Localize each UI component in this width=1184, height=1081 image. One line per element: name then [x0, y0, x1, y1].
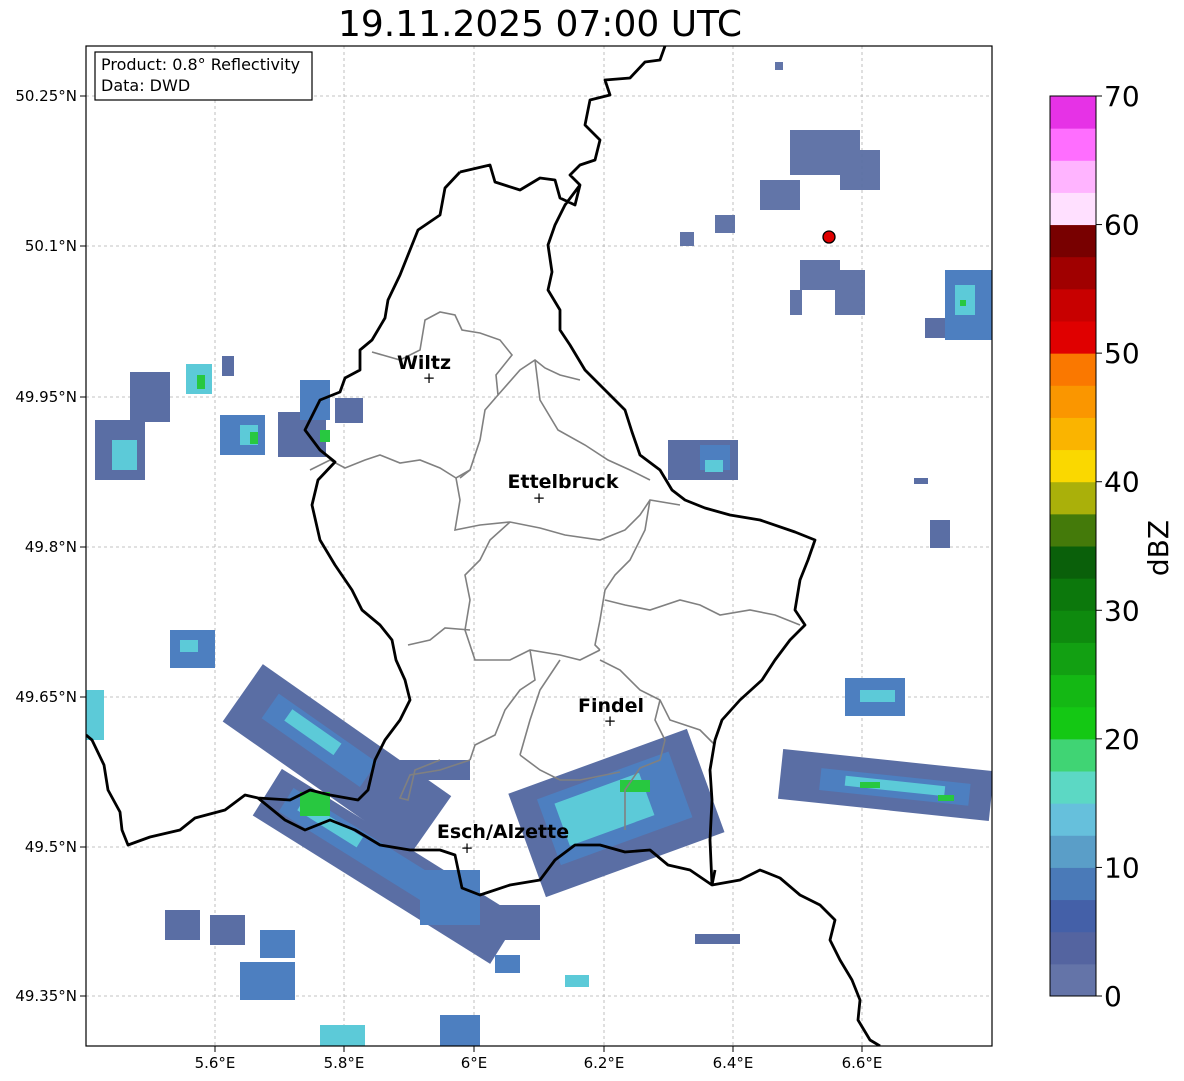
- colorbar-segment: [1050, 610, 1096, 643]
- city-label-findel: Findel: [578, 695, 644, 717]
- lon-tick-label: 5.6°E: [195, 1054, 236, 1072]
- lon-tick-label: 6.6°E: [842, 1054, 883, 1072]
- lat-tick-label: 49.95°N: [15, 388, 77, 406]
- colorbar-tick-label: 60: [1104, 209, 1140, 242]
- colorbar-segment: [1050, 321, 1096, 354]
- colorbar-segment: [1050, 513, 1096, 547]
- colorbar-segment: [1050, 674, 1096, 708]
- colorbar-ticks: 70 60 50 40 30 20 10 0: [1096, 80, 1140, 1013]
- colorbar-segment: [1050, 128, 1096, 161]
- lat-axis: 50.25°N 50.1°N 49.95°N 49.8°N 49.65°N 49…: [15, 87, 86, 1005]
- colorbar-segment: [1050, 224, 1096, 258]
- lat-tick-label: 49.65°N: [15, 688, 77, 706]
- radar-map: + Wiltz + Ettelbruck + Findel + Esch/Alz…: [15, 45, 1175, 1072]
- colorbar-segment: [1050, 578, 1096, 611]
- lon-tick-label: 6.4°E: [713, 1054, 754, 1072]
- colorbar-label: dBZ: [1142, 520, 1175, 576]
- colorbar-tick-label: 20: [1104, 723, 1140, 756]
- city-label-ettelbruck: Ettelbruck: [508, 471, 619, 493]
- colorbar-segment: [1050, 353, 1096, 386]
- colorbar-segment: [1050, 256, 1096, 290]
- lat-tick-label: 50.1°N: [25, 237, 77, 255]
- colorbar-tick-label: 10: [1104, 851, 1140, 884]
- lat-tick-label: 49.5°N: [25, 838, 77, 856]
- colorbar-segment: [1050, 771, 1096, 804]
- info-box: Product: 0.8° Reflectivity Data: DWD: [94, 51, 313, 101]
- colorbar-segment: [1050, 546, 1096, 579]
- colorbar-segment: [1050, 288, 1096, 322]
- city-label-esch: Esch/Alzette: [437, 821, 569, 843]
- colorbar-segment: [1050, 417, 1096, 451]
- colorbar-tick-label: 0: [1104, 980, 1122, 1013]
- city-label-wiltz: Wiltz: [397, 352, 451, 374]
- colorbar-segment: [1050, 192, 1096, 226]
- colorbar-segment: [1050, 96, 1096, 129]
- info-data-source: Data: DWD: [101, 76, 190, 95]
- colorbar-segment: [1050, 738, 1096, 772]
- colorbar-tick-label: 50: [1104, 337, 1140, 370]
- colorbar-segment: [1050, 706, 1096, 740]
- colorbar-tick-label: 40: [1104, 466, 1140, 499]
- colorbar-segment: [1050, 803, 1096, 836]
- info-product: Product: 0.8° Reflectivity: [101, 55, 300, 74]
- colorbar-segment: [1050, 449, 1096, 483]
- colorbar-segment: [1050, 642, 1096, 676]
- colorbar-tick-label: 70: [1104, 80, 1140, 113]
- colorbar: 70 60 50 40 30 20 10 0 dBZ: [1049, 80, 1175, 1013]
- lon-tick-label: 5.8°E: [324, 1054, 365, 1072]
- colorbar-segment: [1050, 867, 1096, 901]
- colorbar-tick-label: 30: [1104, 594, 1140, 627]
- colorbar-segment: [1050, 835, 1096, 868]
- radar-site-marker: [822, 230, 836, 244]
- lat-tick-label: 50.25°N: [15, 87, 77, 105]
- colorbar-segments: [1050, 96, 1096, 997]
- lat-tick-label: 49.35°N: [15, 987, 77, 1005]
- lon-axis: 5.6°E 5.8°E 6°E 6.2°E 6.4°E 6.6°E: [195, 1046, 883, 1072]
- colorbar-segment: [1050, 160, 1096, 193]
- colorbar-segment: [1050, 963, 1096, 997]
- lon-tick-label: 6.2°E: [584, 1054, 625, 1072]
- colorbar-segment: [1050, 931, 1096, 965]
- colorbar-segment: [1050, 481, 1096, 515]
- lon-tick-label: 6°E: [461, 1054, 488, 1072]
- colorbar-segment: [1050, 899, 1096, 933]
- colorbar-segment: [1050, 385, 1096, 418]
- lat-tick-label: 49.8°N: [25, 538, 77, 556]
- map-area: [86, 46, 992, 1046]
